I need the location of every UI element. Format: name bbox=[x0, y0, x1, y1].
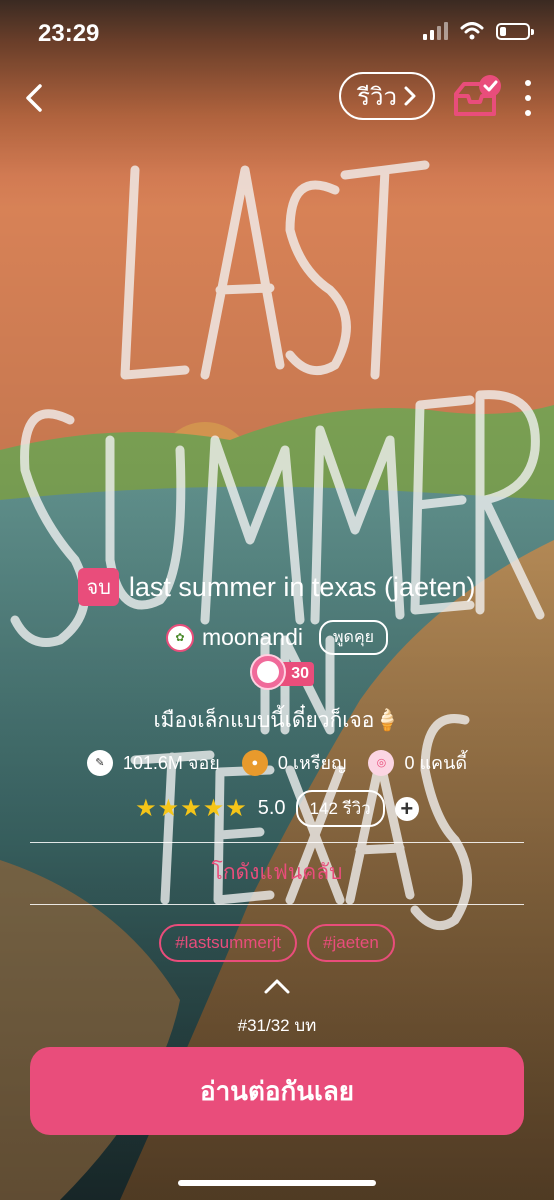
rating-score: 5.0 bbox=[257, 797, 286, 819]
stat-coin-value: 0 เหรียญ bbox=[277, 753, 347, 773]
battery-icon bbox=[496, 22, 534, 40]
status-icons bbox=[423, 22, 534, 40]
library-added-icon[interactable] bbox=[450, 74, 506, 122]
divider bbox=[30, 842, 524, 843]
stat-coin: ● 0 เหรียญ bbox=[241, 748, 347, 777]
back-arrow-icon[interactable] bbox=[18, 78, 54, 118]
story-tagline: เมืองเล็กแบบนี้เดี๋ยวก็เจอ🍦 bbox=[153, 709, 401, 732]
stat-candy: ◎ 0 แคนดี้ bbox=[368, 748, 467, 777]
tag-chip[interactable]: #jaeten bbox=[307, 924, 395, 962]
author-avatar[interactable]: ✿ bbox=[165, 623, 194, 652]
status-time: 23:29 bbox=[38, 20, 100, 47]
star-rating: ★★★★★ bbox=[135, 795, 248, 822]
smiley-icon bbox=[250, 654, 286, 690]
stat-candy-value: 0 แคนดี้ bbox=[404, 753, 468, 773]
continue-reading-button[interactable]: อ่านต่อกันเลย bbox=[30, 1047, 524, 1135]
stat-joy: ✎ 101.6M จอย bbox=[86, 748, 220, 777]
tag-list: #lastsummerjt #jaeten bbox=[0, 924, 554, 962]
fanclub-link[interactable]: โกดังแฟนคลับ bbox=[0, 856, 554, 889]
divider bbox=[30, 904, 524, 905]
status-bar: 23:29 bbox=[0, 0, 554, 70]
review-button[interactable]: รีวิว bbox=[339, 72, 435, 120]
review-label: รีวิว bbox=[357, 83, 397, 111]
signal-icon bbox=[423, 22, 448, 40]
home-indicator bbox=[178, 1180, 376, 1186]
wifi-icon bbox=[460, 22, 484, 40]
episode-progress: #31/32 บท bbox=[237, 1016, 317, 1035]
author-level-badge: 30 bbox=[250, 654, 316, 692]
author-row: ✿ moonandi พูดคุย bbox=[0, 620, 554, 655]
add-review-icon[interactable]: + bbox=[394, 796, 419, 821]
stats-row: ✎ 101.6M จอย ● 0 เหรียญ ◎ 0 แคนดี้ bbox=[0, 748, 554, 777]
completed-badge: จบ bbox=[78, 568, 119, 606]
story-title: last summer in texas (jaeten) bbox=[128, 571, 476, 602]
chevron-up-icon[interactable] bbox=[262, 976, 292, 998]
story-title-row: จบ last summer in texas (jaeten) bbox=[0, 568, 554, 606]
chat-button[interactable]: พูดคุย bbox=[319, 620, 389, 655]
candy-icon: ◎ bbox=[368, 749, 395, 776]
more-options-icon[interactable] bbox=[516, 80, 540, 116]
rating-row: ★★★★★ 5.0 142 รีวิว + bbox=[0, 790, 554, 827]
coin-icon: ● bbox=[241, 749, 268, 776]
review-count-button[interactable]: 142 รีวิว bbox=[295, 790, 385, 827]
pen-icon: ✎ bbox=[86, 749, 113, 776]
chevron-right-icon bbox=[404, 86, 416, 106]
author-name[interactable]: moonandi bbox=[202, 624, 303, 651]
tag-chip[interactable]: #lastsummerjt bbox=[159, 924, 298, 962]
stat-joy-value: 101.6M จอย bbox=[122, 753, 220, 773]
